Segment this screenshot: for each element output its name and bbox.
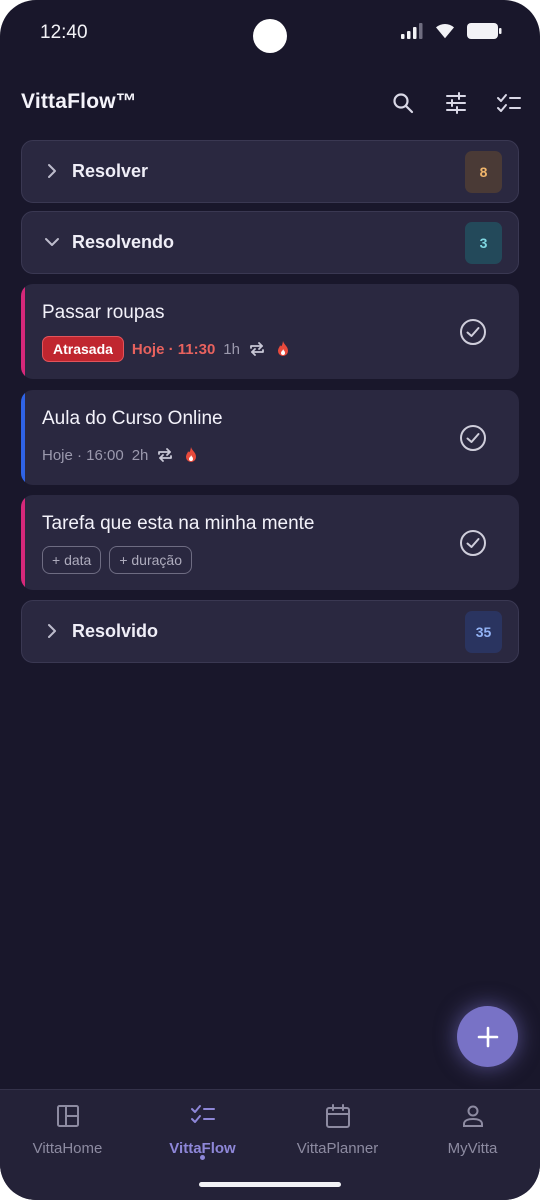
chevron-down-icon: [45, 238, 59, 246]
dashboard-icon: [56, 1105, 79, 1127]
home-indicator[interactable]: [199, 1182, 341, 1187]
checklist-icon: [497, 94, 521, 112]
nav-label: MyVitta: [447, 1140, 498, 1157]
task-card[interactable]: Passar roupas Atrasada Hoje · 11:30 1h: [21, 284, 519, 379]
task-duration: 1h: [223, 340, 240, 358]
count-badge: 8: [465, 151, 502, 193]
task-title: Tarefa que esta na minha mente: [42, 513, 315, 534]
task-card[interactable]: Tarefa que esta na minha mente + data + …: [21, 495, 519, 590]
task-title: Aula do Curso Online: [42, 408, 223, 429]
add-duration-chip[interactable]: + duração: [109, 546, 192, 574]
checklist-icon: [190, 1105, 215, 1123]
task-due: Hoje · 16:00: [42, 446, 124, 464]
task-accent-stripe: [21, 284, 25, 379]
complete-check-icon[interactable]: [459, 318, 487, 346]
task-meta: + data + duração: [42, 546, 192, 574]
complete-check-icon[interactable]: [459, 424, 487, 452]
nav-item-vittahome[interactable]: VittaHome: [0, 1100, 135, 1170]
task-meta: Hoje · 16:00 2h: [42, 441, 200, 469]
nav-item-vittaplanner[interactable]: VittaPlanner: [270, 1100, 405, 1170]
battery-icon: [467, 23, 502, 39]
nav-item-myvitta[interactable]: MyVitta: [405, 1100, 540, 1170]
status-time: 12:40: [40, 22, 88, 43]
checklist-button[interactable]: [494, 88, 524, 118]
complete-check-icon[interactable]: [459, 529, 487, 557]
camera-cutout: [253, 19, 287, 53]
search-button[interactable]: [388, 88, 418, 118]
count-badge: 35: [465, 611, 502, 653]
task-accent-stripe: [21, 390, 25, 485]
section-resolver[interactable]: Resolver 8: [21, 140, 519, 203]
person-icon: [462, 1105, 483, 1127]
section-resolvendo[interactable]: Resolvendo 3: [21, 211, 519, 274]
nav-label: VittaPlanner: [296, 1140, 379, 1157]
filter-button[interactable]: [441, 88, 471, 118]
task-duration: 2h: [131, 446, 149, 464]
plus-icon: [477, 1026, 498, 1047]
calendar-icon: [325, 1104, 350, 1128]
phone-screen: 12:40 VittaFlow™ Resolver 8 Resolvendo 3…: [0, 0, 540, 1200]
app-title: VittaFlow™: [21, 90, 137, 113]
search-icon: [393, 93, 414, 114]
count-badge: 3: [465, 222, 502, 264]
section-label: Resolver: [72, 161, 149, 181]
fire-icon: [186, 447, 197, 462]
add-date-chip[interactable]: + data: [42, 546, 102, 574]
overdue-pill: Atrasada: [42, 336, 124, 362]
wifi-icon: [436, 23, 454, 39]
active-indicator-dot: [200, 1155, 205, 1160]
nav-label: VittaHome: [32, 1140, 103, 1157]
repeat-icon: [250, 342, 264, 356]
task-title: Passar roupas: [42, 302, 165, 323]
tune-icon: [446, 92, 466, 114]
task-meta: Atrasada Hoje · 11:30 1h: [42, 335, 292, 363]
chevron-right-icon: [48, 164, 56, 178]
task-due: Hoje · 11:30: [131, 340, 216, 358]
repeat-icon: [158, 448, 173, 462]
chevron-right-icon: [48, 624, 56, 638]
task-card[interactable]: Aula do Curso Online Hoje · 16:00 2h: [21, 390, 519, 485]
app-bar: VittaFlow™: [0, 78, 540, 128]
status-icons: [400, 22, 502, 40]
signal-icon: [401, 23, 423, 39]
section-label: Resolvido: [72, 621, 159, 641]
status-bar: 12:40: [0, 0, 540, 66]
task-accent-stripe: [21, 495, 25, 590]
section-label: Resolvendo: [72, 232, 175, 252]
add-task-button[interactable]: [457, 1006, 518, 1067]
section-resolvido[interactable]: Resolvido 35: [21, 600, 519, 663]
fire-icon: [277, 341, 288, 356]
